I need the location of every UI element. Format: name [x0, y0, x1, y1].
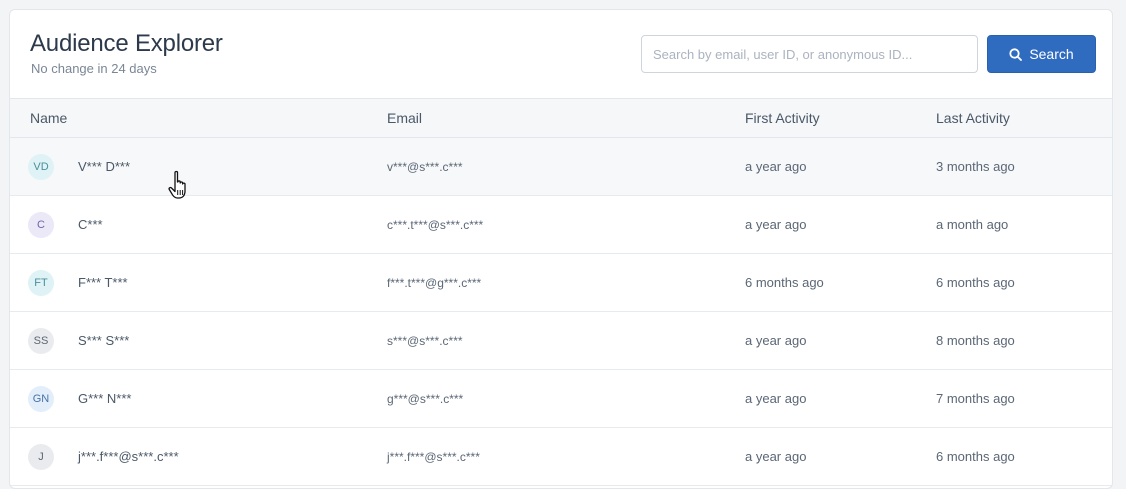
- first-activity-cell: a year ago: [745, 391, 807, 406]
- email-cell: s***@s***.c***: [387, 333, 463, 348]
- first-activity-cell: a year ago: [745, 217, 807, 232]
- last-activity-cell: 7 months ago: [936, 391, 1015, 406]
- last-activity-cell: 6 months ago: [936, 449, 1015, 464]
- audience-explorer-card: Audience Explorer No change in 24 days S…: [9, 9, 1113, 489]
- user-name: F*** T***: [78, 275, 128, 290]
- user-name: j***.f***@s***.c***: [78, 449, 179, 464]
- avatar: J: [28, 443, 54, 470]
- avatar: FT: [28, 269, 54, 296]
- column-header-name[interactable]: Name: [30, 99, 67, 137]
- name-cell: GN G*** N***: [28, 370, 131, 427]
- email-cell: v***@s***.c***: [387, 159, 463, 174]
- column-header-last-activity[interactable]: Last Activity: [936, 99, 1010, 137]
- email-cell: g***@s***.c***: [387, 391, 464, 406]
- email-cell: f***.t***@g***.c***: [387, 275, 482, 290]
- name-cell: C C***: [28, 196, 103, 253]
- name-cell: Jj***.f***@s***.c***: [28, 428, 179, 485]
- email-cell: c***.t***@s***.c***: [387, 217, 484, 232]
- last-activity-cell: a month ago: [936, 217, 1009, 232]
- name-cell: SS S*** S***: [28, 312, 129, 369]
- search-input[interactable]: [641, 35, 978, 73]
- table-row[interactable]: GN G*** N*** g***@s***.c*** a year ago 7 mon…: [10, 370, 1112, 428]
- user-name: V*** D***: [78, 159, 131, 174]
- table-row[interactable]: C C*** c***.t***@s***.c*** a year ago a mont…: [10, 196, 1112, 254]
- first-activity-cell: a year ago: [745, 159, 807, 174]
- table-row[interactable]: Jj***.f***@s***.c*** j***.f***@s***.c*** a…: [10, 428, 1112, 486]
- search-button-label: Search: [1029, 46, 1074, 62]
- avatar: GN: [28, 385, 54, 412]
- first-activity-cell: a year ago: [745, 333, 807, 348]
- name-cell: VD V*** D***: [28, 138, 130, 195]
- avatar: SS: [28, 327, 54, 354]
- column-header-email[interactable]: Email: [387, 99, 422, 137]
- last-activity-cell: 3 months ago: [936, 159, 1015, 174]
- user-name: S*** S***: [78, 333, 130, 348]
- column-header-first-activity[interactable]: First Activity: [745, 99, 820, 137]
- search-button[interactable]: Search: [987, 35, 1096, 73]
- first-activity-cell: 6 months ago: [745, 275, 824, 290]
- last-activity-cell: 6 months ago: [936, 275, 1015, 290]
- search-icon: [1009, 47, 1023, 61]
- first-activity-cell: a year ago: [745, 449, 807, 464]
- avatar: C: [28, 211, 54, 238]
- table-header: Name Email First Activity Last Activity: [10, 99, 1112, 138]
- name-cell: FT F*** T***: [28, 254, 128, 311]
- user-name: C***: [78, 217, 103, 232]
- card-header: Audience Explorer No change in 24 days S…: [10, 10, 1112, 99]
- page-title: Audience Explorer: [30, 30, 223, 57]
- page-subtitle: No change in 24 days: [31, 61, 157, 76]
- last-activity-cell: 8 months ago: [936, 333, 1015, 348]
- table-row[interactable]: FT F*** T*** f***.t***@g***.c*** 6 months a…: [10, 254, 1112, 312]
- email-cell: j***.f***@s***.c***: [387, 449, 480, 464]
- user-name: G*** N***: [78, 391, 132, 406]
- table-row[interactable]: VD V*** D*** v***@s***.c*** a year ago 3 mon…: [10, 138, 1112, 196]
- table-row[interactable]: SS S*** S*** s***@s***.c*** a year ago 8 mon…: [10, 312, 1112, 370]
- table-body: VD V*** D*** v***@s***.c*** a year ago 3 mon…: [10, 138, 1112, 486]
- avatar: VD: [28, 153, 54, 180]
